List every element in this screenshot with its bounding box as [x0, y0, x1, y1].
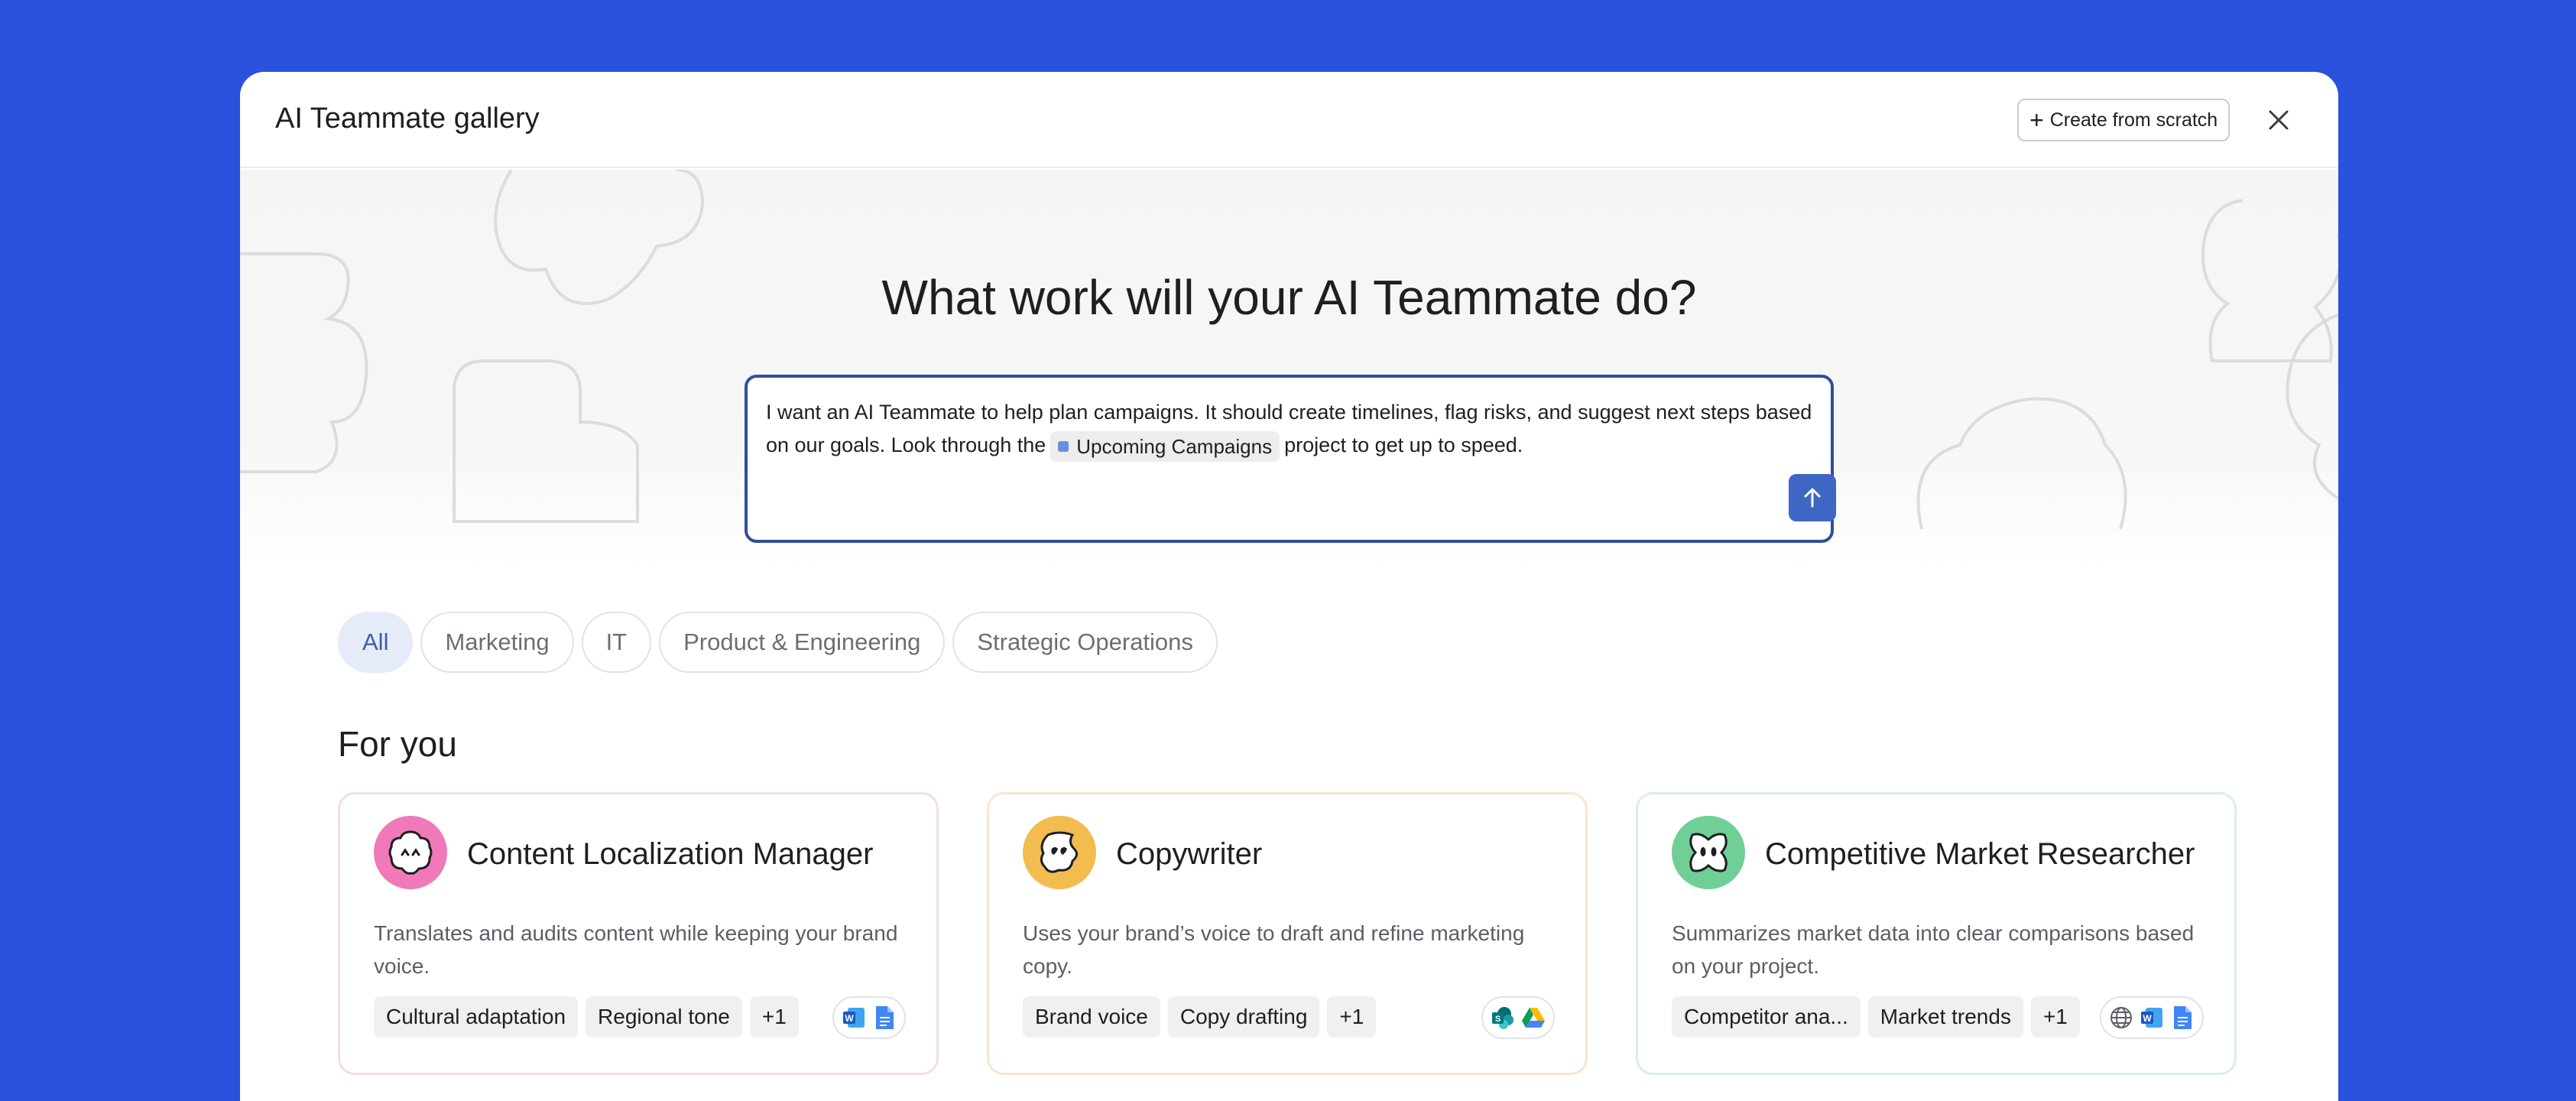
- send-button[interactable]: [1789, 474, 1836, 521]
- card-tags: Cultural adaptation Regional tone +1: [374, 996, 799, 1038]
- word-icon: W: [2138, 1004, 2166, 1031]
- svg-text:W: W: [845, 1013, 854, 1024]
- svg-text:W: W: [2143, 1013, 2152, 1024]
- globe-icon: [2107, 1004, 2135, 1031]
- teammate-card-content-localization-manager[interactable]: Content Localization Manager Translates …: [338, 792, 939, 1075]
- connected-apps: S: [1481, 996, 1555, 1039]
- card-description: Summarizes market data into clear compar…: [1672, 921, 2195, 978]
- filter-all[interactable]: All: [338, 612, 414, 673]
- connected-apps: W: [832, 996, 906, 1039]
- card-tags: Brand voice Copy drafting +1: [1023, 996, 1377, 1038]
- teammate-face-icon: [1040, 831, 1078, 873]
- avatar: [1672, 816, 1745, 889]
- tag: Regional tone: [586, 996, 742, 1038]
- tag: Copy drafting: [1167, 996, 1320, 1038]
- card-description: Uses your brand’s voice to draft and ref…: [1023, 921, 1525, 978]
- card-title: Competitive Market Researcher: [1765, 837, 2195, 871]
- google-docs-icon: [2169, 1004, 2196, 1031]
- filter-marketing[interactable]: Marketing: [420, 612, 574, 673]
- modal-title: AI Teammate gallery: [275, 102, 540, 135]
- tag: Cultural adaptation: [374, 996, 579, 1038]
- tag: Market trends: [1867, 996, 2023, 1038]
- plus-icon: +: [2029, 106, 2044, 134]
- arrow-up-icon: [1804, 488, 1821, 508]
- close-button[interactable]: [2258, 99, 2299, 141]
- project-chip-label: Upcoming Campaigns: [1076, 435, 1273, 458]
- word-icon: W: [840, 1004, 868, 1031]
- svg-text:S: S: [1495, 1015, 1501, 1024]
- project-chip[interactable]: Upcoming Campaigns: [1050, 431, 1280, 462]
- modal-header: AI Teammate gallery + Create from scratc…: [240, 72, 2338, 168]
- teammate-face-icon: [388, 830, 433, 875]
- tag-more: +1: [2030, 996, 2080, 1038]
- teammate-card-copywriter[interactable]: Copywriter Uses your brand’s voice to dr…: [987, 792, 1588, 1075]
- avatar: [374, 816, 447, 889]
- prompt-text[interactable]: I want an AI Teammate to help plan campa…: [766, 396, 1813, 462]
- filter-product-engineering[interactable]: Product & Engineering: [659, 612, 946, 673]
- sharepoint-icon: S: [1489, 1004, 1517, 1031]
- card-description: Translates and audits content while keep…: [374, 921, 898, 978]
- category-filters: All Marketing IT Product & Engineering S…: [338, 612, 1218, 673]
- teammate-face-icon: [1689, 833, 1728, 872]
- tag: Brand voice: [1023, 996, 1160, 1038]
- create-from-scratch-label: Create from scratch: [2049, 109, 2218, 131]
- card-title: Content Localization Manager: [467, 837, 874, 871]
- card-title: Copywriter: [1116, 837, 1263, 871]
- hero-section: What work will your AI Teammate do? I wa…: [240, 170, 2338, 567]
- create-from-scratch-button[interactable]: + Create from scratch: [2017, 99, 2230, 141]
- google-docs-icon: [871, 1004, 898, 1031]
- teammate-gallery-modal: AI Teammate gallery + Create from scratc…: [240, 72, 2338, 1101]
- prompt-input[interactable]: I want an AI Teammate to help plan campa…: [745, 375, 1836, 543]
- section-title: For you: [338, 724, 457, 764]
- card-tags: Competitor ana... Market trends +1: [1672, 996, 2080, 1038]
- filter-strategic-operations[interactable]: Strategic Operations: [952, 612, 1218, 673]
- project-color-dot: [1058, 441, 1069, 452]
- avatar: [1023, 816, 1096, 889]
- filter-it[interactable]: IT: [581, 612, 652, 673]
- close-icon: [2269, 110, 2289, 130]
- google-drive-icon: [1520, 1004, 1547, 1031]
- tag-more: +1: [749, 996, 799, 1038]
- prompt-text-end: project to get up to speed.: [1284, 434, 1523, 456]
- tag: Competitor ana...: [1672, 996, 1861, 1038]
- tag-more: +1: [1327, 996, 1377, 1038]
- teammate-card-competitive-market-researcher[interactable]: Competitive Market Researcher Summarizes…: [1636, 792, 2237, 1075]
- hero-heading: What work will your AI Teammate do?: [881, 270, 1697, 325]
- connected-apps: W: [2100, 996, 2204, 1039]
